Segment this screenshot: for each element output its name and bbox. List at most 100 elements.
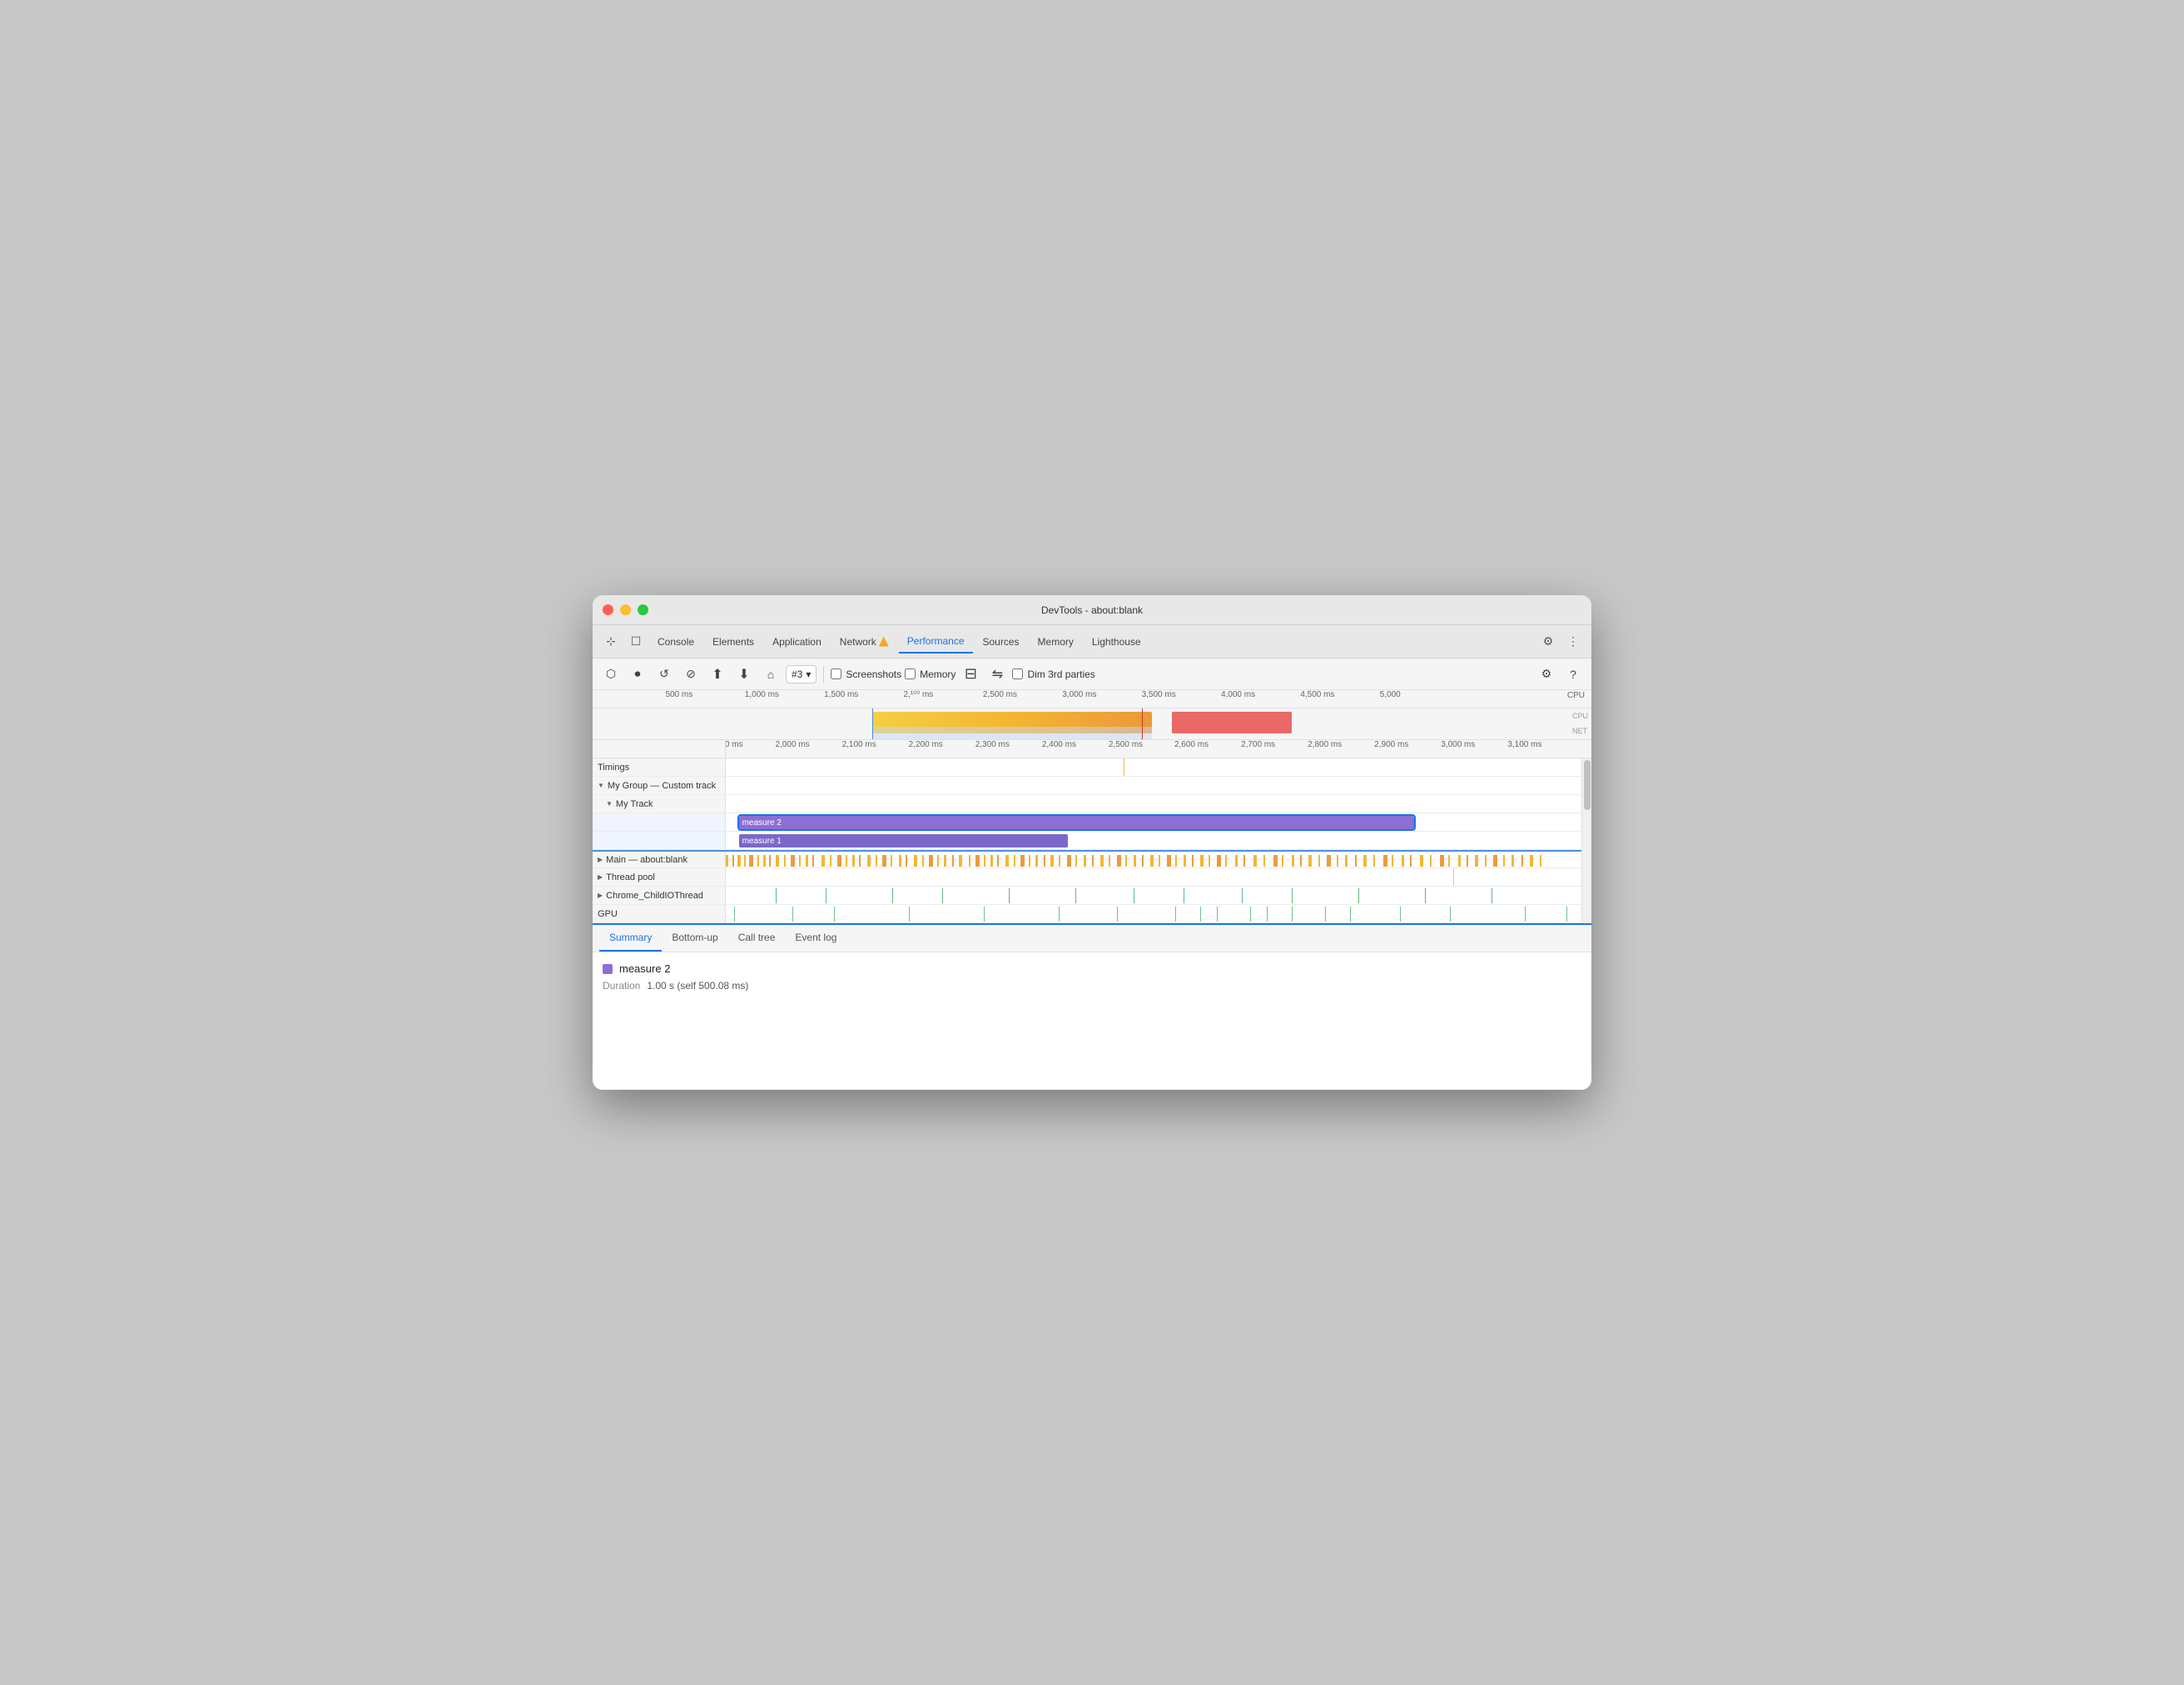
timeline-overview[interactable]: 500 ms 1,000 ms 1,500 ms 2,¹⁰⁰ ms 2,500 …: [593, 690, 1591, 740]
download-button[interactable]: ⬇: [732, 663, 756, 686]
measure1-content[interactable]: measure 1: [726, 832, 1591, 849]
memory-checkbox[interactable]: Memory: [905, 669, 956, 680]
screenshots-checkbox-input[interactable]: [831, 669, 841, 679]
my-group-label[interactable]: ▼ My Group — Custom track: [593, 777, 726, 794]
thread-pool-text: Thread pool: [606, 872, 655, 882]
detail-mark-1900: 1,900 ms: [726, 740, 743, 749]
clear-button[interactable]: ⊘: [679, 663, 702, 686]
thread-pool-row: ▶ Thread pool: [593, 868, 1591, 887]
settings-icon[interactable]: ⚙: [1536, 630, 1560, 654]
window-title: DevTools - about:blank: [1041, 604, 1143, 616]
tab-elements[interactable]: Elements: [704, 631, 762, 653]
timings-label[interactable]: Timings: [593, 758, 726, 776]
measure1-bar[interactable]: measure 1: [739, 834, 1068, 847]
recording-select-value: #3: [792, 669, 802, 680]
chrome-io-label[interactable]: ▶ Chrome_ChildIOThread: [593, 887, 726, 904]
measure2-content[interactable]: measure 2: [726, 813, 1591, 831]
tab-summary[interactable]: Summary: [599, 925, 662, 952]
tab-bottom-up[interactable]: Bottom-up: [662, 925, 727, 952]
timeline-ruler-top: 500 ms 1,000 ms 1,500 ms 2,¹⁰⁰ ms 2,500 …: [593, 690, 1591, 708]
tab-event-log[interactable]: Event log: [785, 925, 846, 952]
web-vitals-button[interactable]: ⇋: [985, 663, 1009, 686]
tab-console[interactable]: Console: [649, 631, 702, 653]
detail-mark-2300: 2,300 ms: [975, 740, 1010, 749]
main-flame-chart: [726, 852, 1591, 867]
cpu-overview: [593, 708, 1591, 740]
chrome-io-chart: [726, 887, 1591, 904]
memory-label: Memory: [920, 669, 956, 680]
upload-button[interactable]: ⬆: [706, 663, 729, 686]
detail-timeline[interactable]: 1,900 ms 2,000 ms 2,100 ms 2,200 ms 2,30…: [593, 740, 1591, 923]
tracks-container: Timings ▼ My Group — Custom track: [593, 758, 1591, 923]
tab-network[interactable]: Network: [831, 631, 897, 653]
ruler-mark-2000: 2,¹⁰⁰ ms: [904, 690, 934, 699]
tab-memory[interactable]: Memory: [1030, 631, 1082, 653]
ruler-mark-1000: 1,000 ms: [745, 690, 779, 699]
timings-content[interactable]: [726, 758, 1591, 776]
detail-mark-3000: 3,000 ms: [1441, 740, 1475, 749]
my-group-content: [726, 777, 1591, 794]
reload-button[interactable]: ↺: [653, 663, 676, 686]
gpu-row: GPU: [593, 905, 1591, 923]
ruler-mark-2500: 2,500 ms: [983, 690, 1017, 699]
thread-pool-label[interactable]: ▶ Thread pool: [593, 868, 726, 886]
detail-mark-2600: 2,600 ms: [1174, 740, 1209, 749]
panel-toggle-button[interactable]: ⬡: [599, 663, 623, 686]
gpu-content[interactable]: [726, 905, 1591, 922]
measure2-bar[interactable]: measure 2: [739, 816, 1414, 829]
summary-color-box: [603, 964, 613, 974]
measure1-row: measure 1: [593, 832, 1591, 850]
toolbar-help-icon[interactable]: ?: [1561, 663, 1585, 686]
home-button[interactable]: ⌂: [759, 663, 782, 686]
gpu-label: GPU: [593, 905, 726, 922]
ruler-ticks-area: 1,900 ms 2,000 ms 2,100 ms 2,200 ms 2,30…: [726, 740, 1591, 758]
ruler-mark-5000: 5,000: [1380, 690, 1401, 699]
tab-lighthouse[interactable]: Lighthouse: [1084, 631, 1149, 653]
tab-call-tree[interactable]: Call tree: [728, 925, 786, 952]
close-button[interactable]: [603, 604, 613, 615]
screenshots-checkbox[interactable]: Screenshots: [831, 669, 901, 680]
summary-duration-row: Duration 1.00 s (self 500.08 ms): [603, 980, 1581, 992]
my-track-row: ▼ My Track: [593, 795, 1591, 813]
cpu-bar-yellow: [872, 712, 1152, 733]
tab-inspect-icon[interactable]: ☐: [624, 630, 648, 654]
tab-application[interactable]: Application: [764, 631, 830, 653]
duration-label: Duration: [603, 980, 640, 992]
thread-pool-triangle: ▶: [598, 873, 603, 881]
minimize-button[interactable]: [620, 604, 631, 615]
cpu-bar-red: [1172, 712, 1292, 733]
ruler-mark-4000: 4,000 ms: [1221, 690, 1255, 699]
recording-select[interactable]: #3 ▾: [786, 665, 817, 683]
more-options-icon[interactable]: ⋮: [1561, 630, 1585, 654]
main-text: Main — about:blank: [606, 855, 687, 865]
gpu-chart: [726, 905, 1591, 922]
main-row: ▶ Main — about:blank: [593, 850, 1591, 868]
detail-mark-2200: 2,200 ms: [909, 740, 943, 749]
tab-sources[interactable]: Sources: [975, 631, 1028, 653]
record-button[interactable]: ⏺: [626, 663, 649, 686]
network-tab-label: Network: [840, 636, 876, 648]
ruler-label-area: [593, 740, 726, 758]
range-right-marker: [1142, 708, 1143, 740]
chevron-down-icon: ▾: [806, 669, 811, 680]
toolbar-settings-icon[interactable]: ⚙: [1535, 663, 1558, 686]
maximize-button[interactable]: [638, 604, 648, 615]
my-track-content: [726, 795, 1591, 813]
detail-mark-3100: 3,100 ms: [1507, 740, 1541, 749]
scrollbar-thumb[interactable]: [1584, 760, 1591, 810]
main-label[interactable]: ▶ Main — about:blank: [593, 852, 726, 867]
memory-checkbox-input[interactable]: [905, 669, 916, 679]
chrome-io-content[interactable]: [726, 887, 1591, 904]
dim-3rd-checkbox-input[interactable]: [1012, 669, 1023, 679]
tab-cursor-icon[interactable]: ⊹: [599, 630, 623, 654]
measure1-label-area: [593, 832, 726, 849]
vertical-scrollbar[interactable]: [1581, 758, 1591, 923]
network-timing-button[interactable]: ⊟: [959, 663, 982, 686]
dim-3rd-checkbox[interactable]: Dim 3rd parties: [1012, 669, 1094, 680]
main-content[interactable]: [726, 852, 1591, 867]
my-track-label[interactable]: ▼ My Track: [593, 795, 726, 813]
thread-pool-content[interactable]: [726, 868, 1591, 886]
my-group-triangle: ▼: [598, 782, 604, 789]
tab-performance[interactable]: Performance: [899, 630, 973, 654]
chrome-io-triangle: ▶: [598, 892, 603, 899]
